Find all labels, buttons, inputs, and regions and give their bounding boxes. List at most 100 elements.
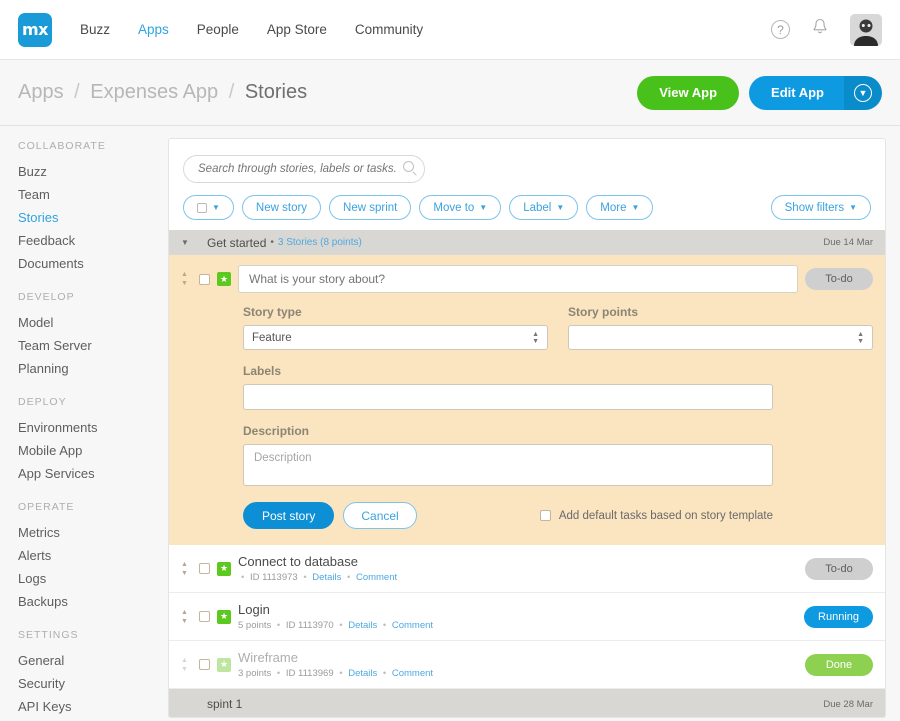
sidebar-item-alerts[interactable]: Alerts [18, 544, 168, 567]
new-story-button[interactable]: New story [241, 195, 322, 220]
sidebar-item-team-server[interactable]: Team Server [18, 334, 168, 357]
search-input[interactable] [183, 155, 425, 183]
comment-link[interactable]: Comment [356, 572, 397, 583]
label-dropdown[interactable]: Label ▼ [509, 195, 579, 220]
meta-bullet: • [382, 668, 387, 679]
star-icon[interactable]: ★ [217, 272, 231, 286]
edit-app-button[interactable]: Edit App [749, 75, 844, 110]
mendix-logo[interactable]: mx [18, 12, 52, 47]
story-title-input[interactable] [238, 265, 798, 293]
comment-link[interactable]: Comment [392, 620, 433, 631]
details-link[interactable]: Details [348, 620, 377, 631]
comment-link[interactable]: Comment [392, 668, 433, 679]
move-up-arrow-icon[interactable]: ▲ [181, 271, 192, 278]
nav-link-buzz[interactable]: Buzz [80, 22, 110, 37]
sidebar-item-metrics[interactable]: Metrics [18, 521, 168, 544]
new-sprint-button[interactable]: New sprint [329, 195, 412, 220]
story-title[interactable]: Connect to database [238, 554, 798, 569]
story-checkbox[interactable] [199, 611, 210, 622]
move-up-arrow-icon[interactable]: ▲ [181, 609, 192, 616]
story-type-select[interactable]: Feature ▲ ▼ [243, 325, 548, 350]
sprint-header-get-started[interactable]: ▼ Get started • 3 Stories (8 points) Due… [169, 230, 885, 255]
table-row[interactable]: ▲ ▼ ★ Connect to database • ID 1113973 •… [169, 545, 885, 593]
sidebar-item-general[interactable]: General [18, 649, 168, 672]
sidebar-item-mobile-app[interactable]: Mobile App [18, 439, 168, 462]
reorder-handle-icon[interactable]: ▲ ▼ [181, 609, 192, 625]
sidebar-item-stories[interactable]: Stories [18, 206, 168, 229]
collapse-caret-icon[interactable]: ▼ [181, 238, 207, 247]
notifications-bell-icon[interactable] [812, 18, 828, 41]
story-title[interactable]: Login [238, 602, 797, 617]
nav-link-community[interactable]: Community [355, 22, 423, 37]
star-icon[interactable]: ★ [217, 609, 231, 624]
nav-link-apps[interactable]: Apps [138, 22, 169, 37]
breadcrumb-bar: Apps / Expenses App / Stories View App E… [0, 60, 900, 126]
move-to-dropdown[interactable]: Move to ▼ [419, 195, 502, 220]
sidebar-item-security[interactable]: Security [18, 672, 168, 695]
more-dropdown[interactable]: More ▼ [586, 195, 654, 220]
story-checkbox[interactable] [199, 659, 210, 670]
breadcrumb-apps[interactable]: Apps [18, 81, 64, 103]
post-story-button[interactable]: Post story [243, 502, 335, 529]
story-title[interactable]: Wireframe [238, 650, 798, 665]
status-badge[interactable]: Done [805, 653, 873, 676]
reorder-handle-icon[interactable]: ▲ ▼ [181, 271, 192, 287]
sidebar-item-logs[interactable]: Logs [18, 567, 168, 590]
select-all-checkbox[interactable] [197, 202, 207, 213]
sidebar-item-buzz[interactable]: Buzz [18, 160, 168, 183]
edit-app-dropdown-button[interactable]: ▼ [844, 75, 882, 110]
show-filters-button[interactable]: Show filters ▼ [770, 195, 871, 220]
move-down-arrow-icon[interactable]: ▼ [181, 570, 192, 577]
chevron-down-icon: ▼ [212, 203, 220, 212]
description-textarea[interactable]: Description [243, 444, 773, 486]
default-tasks-checkbox[interactable] [539, 510, 551, 521]
user-avatar[interactable] [850, 13, 882, 46]
default-tasks-option[interactable]: Add default tasks based on story templat… [539, 510, 773, 522]
move-up-arrow-icon[interactable]: ▲ [181, 657, 192, 664]
sidebar-item-documents[interactable]: Documents [18, 252, 168, 275]
sidebar-item-feedback[interactable]: Feedback [18, 229, 168, 252]
sprint-header-sprint-1[interactable]: spint 1 Due 28 Mar [169, 689, 885, 717]
view-app-button[interactable]: View App [637, 75, 740, 110]
move-down-arrow-icon[interactable]: ▼ [181, 666, 192, 673]
cancel-button[interactable]: Cancel [343, 502, 417, 529]
story-details: Login 5 points • ID 1113970 • Details • … [238, 602, 797, 631]
main-content: ▼ New story New sprint Move to ▼ [168, 126, 900, 721]
sidebar-item-api-keys[interactable]: API Keys [18, 695, 168, 718]
help-icon[interactable]: ? [771, 20, 790, 39]
sprint-story-count[interactable]: 3 Stories (8 points) [278, 237, 362, 248]
reorder-handle-icon[interactable]: ▲ ▼ [181, 657, 192, 673]
story-points: 3 points [238, 668, 272, 679]
move-down-arrow-icon[interactable]: ▼ [181, 618, 192, 625]
new-sprint-label: New sprint [343, 201, 398, 214]
story-points-select[interactable]: ▲ ▼ [568, 325, 873, 350]
sidebar-item-app-services[interactable]: App Services [18, 462, 168, 485]
reorder-handle-icon[interactable]: ▲ ▼ [181, 561, 192, 577]
sidebar-item-planning[interactable]: Planning [18, 357, 168, 380]
move-down-arrow-icon[interactable]: ▼ [181, 280, 192, 287]
sidebar-item-backups[interactable]: Backups [18, 590, 168, 613]
table-row[interactable]: ▲ ▼ ★ Login 5 points • ID 1113970 • Deta… [169, 593, 885, 641]
labels-label: Labels [243, 364, 282, 378]
details-link[interactable]: Details [348, 668, 377, 679]
sidebar-item-model[interactable]: Model [18, 311, 168, 334]
breadcrumb-expenses-app[interactable]: Expenses App [90, 81, 218, 103]
table-row[interactable]: ▲ ▼ ★ Wireframe 3 points • ID 1113969 • … [169, 641, 885, 689]
nav-link-app-store[interactable]: App Store [267, 22, 327, 37]
star-icon[interactable]: ★ [217, 561, 231, 576]
move-up-arrow-icon[interactable]: ▲ [181, 561, 192, 568]
select-all-dropdown[interactable]: ▼ [183, 195, 234, 220]
sidebar-item-environments[interactable]: Environments [18, 416, 168, 439]
status-badge[interactable]: To-do [805, 268, 873, 290]
nav-link-people[interactable]: People [197, 22, 239, 37]
story-checkbox[interactable] [199, 563, 210, 574]
story-checkbox[interactable] [199, 273, 210, 285]
sprint-due-date: Due 14 Mar [823, 237, 873, 248]
meta-bullet: • [276, 668, 281, 679]
status-badge[interactable]: Running [804, 605, 873, 628]
star-icon[interactable]: ★ [217, 657, 231, 672]
labels-input[interactable] [243, 384, 773, 410]
sidebar-item-team[interactable]: Team [18, 183, 168, 206]
status-badge[interactable]: To-do [805, 557, 873, 580]
details-link[interactable]: Details [312, 572, 341, 583]
